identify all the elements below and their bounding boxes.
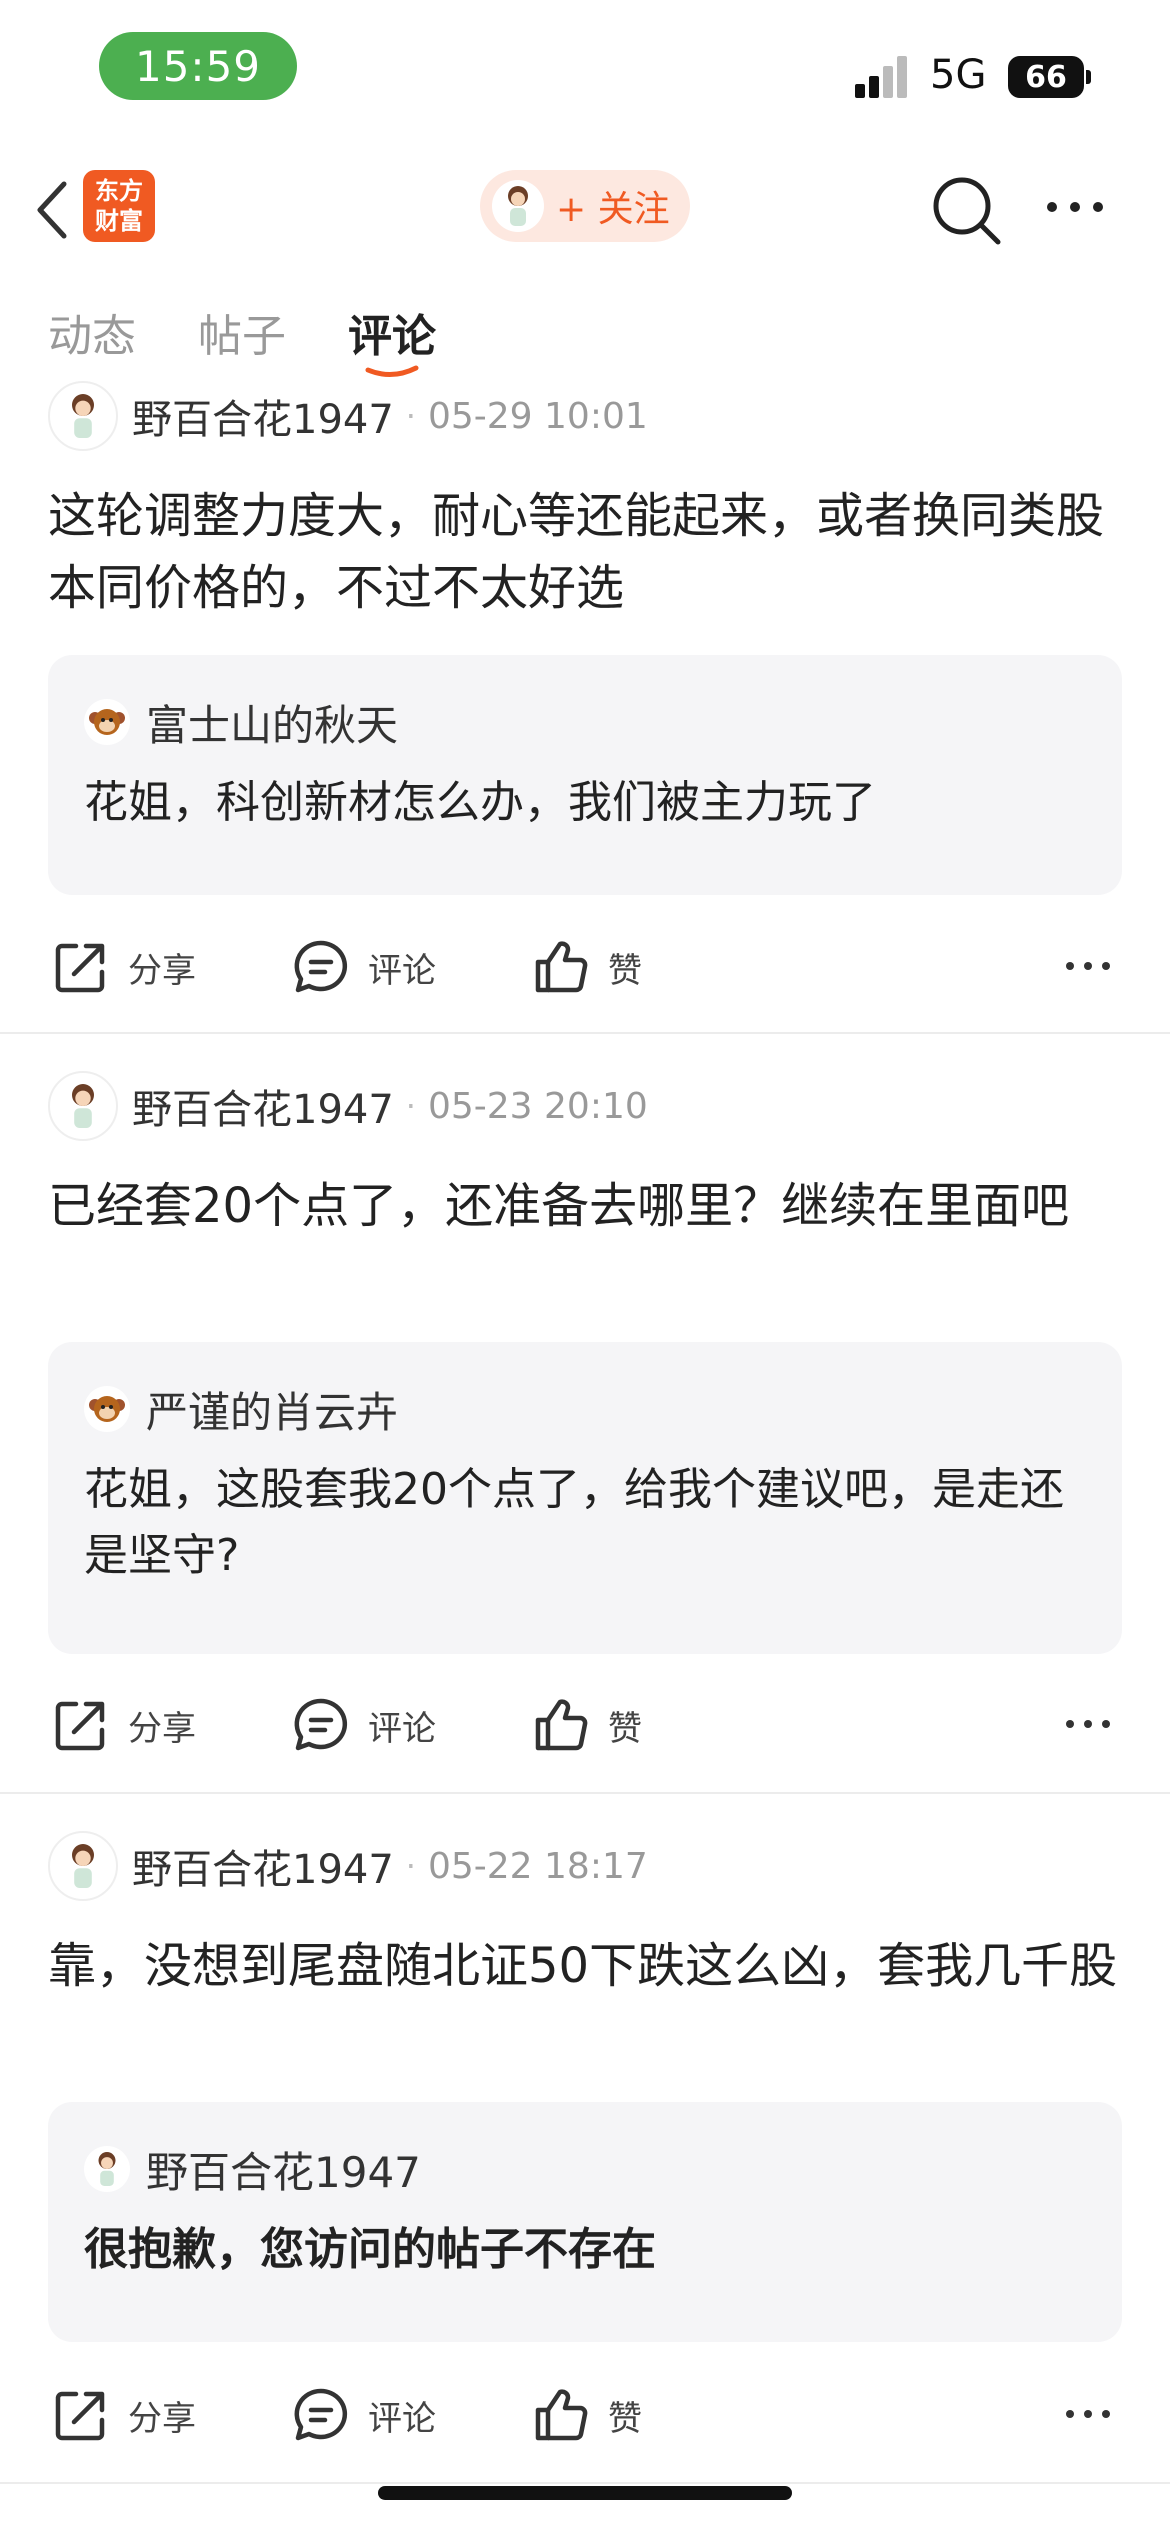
share-icon <box>55 943 105 993</box>
like-label: 赞 <box>608 2398 642 2439</box>
status-time: 15:59 <box>99 32 297 100</box>
follow-label: + 关注 <box>556 189 670 230</box>
action-bar: 分享 评论 赞 <box>0 1685 1170 1765</box>
network-type: 5G <box>930 52 987 98</box>
share-button[interactable]: 分享 <box>52 927 196 1007</box>
girl-avatar-icon <box>48 381 118 451</box>
quote-username: 严谨的肖云卉 <box>146 1387 399 1437</box>
quote-head: 富士山的秋天 <box>84 695 398 750</box>
logo-line-2: 财富 <box>95 207 143 235</box>
card-divider <box>0 1792 1170 1794</box>
more-icon[interactable] <box>1060 1699 1116 1749</box>
cellular-signal-icon <box>855 56 913 98</box>
thumbs-up-icon <box>535 2389 588 2441</box>
monkey-avatar-icon <box>84 1386 130 1432</box>
post-time: 05-23 20:10 <box>427 1085 648 1127</box>
tab-active-indicator <box>365 365 419 377</box>
thumbs-up-icon <box>535 941 588 993</box>
like-label: 赞 <box>608 950 642 991</box>
share-label: 分享 <box>128 2398 196 2439</box>
comment-icon <box>294 940 348 993</box>
separator-dot: · <box>405 1087 416 1125</box>
author-name: 野百合花1947 <box>132 397 394 443</box>
battery-icon: 66 <box>1008 56 1084 98</box>
more-icon[interactable] <box>1060 2389 1116 2439</box>
comment-text: 已经套20个点了，还准备去哪里？继续在里面吧 <box>48 1178 1070 1234</box>
girl-avatar-icon <box>492 180 544 232</box>
comment-icon <box>294 2388 348 2441</box>
quote-text: 花姐，这股套我20个点了，给我个建议吧，是走还是坚守? <box>84 1464 1064 1581</box>
post-time: 05-22 18:17 <box>427 1845 648 1887</box>
share-icon <box>55 1701 105 1751</box>
card-divider <box>0 1032 1170 1034</box>
quote-username: 富士山的秋天 <box>146 700 399 750</box>
search-icon[interactable] <box>928 172 1004 248</box>
comment-text: 这轮调整力度大，耐心等还能起来，或者换同类股本同价格的，不过不太好选 <box>48 488 1105 616</box>
girl-avatar-icon <box>48 1071 118 1141</box>
nav-bar: 东方 财富 + 关注 <box>0 160 1170 260</box>
like-button[interactable]: 赞 <box>532 927 642 1007</box>
profile-tabs: 动态 帖子 评论 <box>0 300 1170 380</box>
author-row[interactable]: 野百合花1947 · 05-23 20:10 <box>48 1070 648 1142</box>
like-button[interactable]: 赞 <box>532 2375 642 2455</box>
like-button[interactable]: 赞 <box>532 1685 642 1765</box>
comment-button[interactable]: 评论 <box>292 927 436 1007</box>
quote-text: 花姐，科创新材怎么办，我们被主力玩了 <box>84 777 876 828</box>
thumbs-up-icon <box>535 1699 588 1751</box>
tab-posts[interactable]: 帖子 <box>198 300 286 364</box>
logo-line-1: 东方 <box>95 177 143 205</box>
comment-label: 评论 <box>368 1708 436 1749</box>
like-label: 赞 <box>608 1708 642 1749</box>
more-icon[interactable] <box>1040 182 1110 232</box>
separator-dot: · <box>405 397 416 435</box>
share-button[interactable]: 分享 <box>52 1685 196 1765</box>
home-indicator[interactable] <box>378 2486 792 2500</box>
author-name: 野百合花1947 <box>132 1847 394 1893</box>
post-time: 05-29 10:01 <box>427 395 648 437</box>
separator-dot: · <box>405 1847 416 1885</box>
comment-button[interactable]: 评论 <box>292 2375 436 2455</box>
battery-tip <box>1086 70 1091 84</box>
share-button[interactable]: 分享 <box>52 2375 196 2455</box>
tab-dynamics[interactable]: 动态 <box>48 300 136 364</box>
author-name: 野百合花1947 <box>132 1087 394 1133</box>
quote-text: 很抱歉，您访问的帖子不存在 <box>84 2224 656 2275</box>
status-bar: 15:59 5G 66 <box>0 0 1170 140</box>
battery-level: 66 <box>1025 59 1067 95</box>
quoted-post[interactable]: 严谨的肖云卉 花姐，这股套我20个点了，给我个建议吧，是走还是坚守? <box>48 1342 1122 1654</box>
app-logo: 东方 财富 <box>83 170 155 242</box>
comment-text: 靠，没想到尾盘随北证50下跌这么凶，套我几千股 <box>48 1938 1118 1994</box>
back-button[interactable] <box>22 174 82 246</box>
girl-avatar-icon <box>48 1831 118 1901</box>
quote-head: 野百合花1947 <box>84 2142 421 2197</box>
quote-head: 严谨的肖云卉 <box>84 1382 398 1437</box>
author-row[interactable]: 野百合花1947 · 05-22 18:17 <box>48 1830 648 1902</box>
follow-button[interactable]: + 关注 <box>480 170 690 242</box>
comment-label: 评论 <box>368 950 436 991</box>
share-label: 分享 <box>128 1708 196 1749</box>
quoted-post[interactable]: 野百合花1947 很抱歉，您访问的帖子不存在 <box>48 2102 1122 2342</box>
chevron-left-icon <box>37 181 67 239</box>
quoted-post[interactable]: 富士山的秋天 花姐，科创新材怎么办，我们被主力玩了 <box>48 655 1122 895</box>
action-bar: 分享 评论 赞 <box>0 2375 1170 2455</box>
card-divider <box>0 2482 1170 2484</box>
share-label: 分享 <box>128 950 196 991</box>
author-row[interactable]: 野百合花1947 · 05-29 10:01 <box>48 380 648 452</box>
share-icon <box>55 2391 105 2441</box>
more-icon[interactable] <box>1060 941 1116 991</box>
monkey-avatar-icon <box>84 699 130 745</box>
comment-icon <box>294 1698 348 1751</box>
comment-button[interactable]: 评论 <box>292 1685 436 1765</box>
action-bar: 分享 评论 赞 <box>0 927 1170 1007</box>
quote-username: 野百合花1947 <box>146 2147 421 2197</box>
tab-comments[interactable]: 评论 <box>348 300 436 364</box>
comment-label: 评论 <box>368 2398 436 2439</box>
girl-avatar-icon <box>84 2146 130 2192</box>
